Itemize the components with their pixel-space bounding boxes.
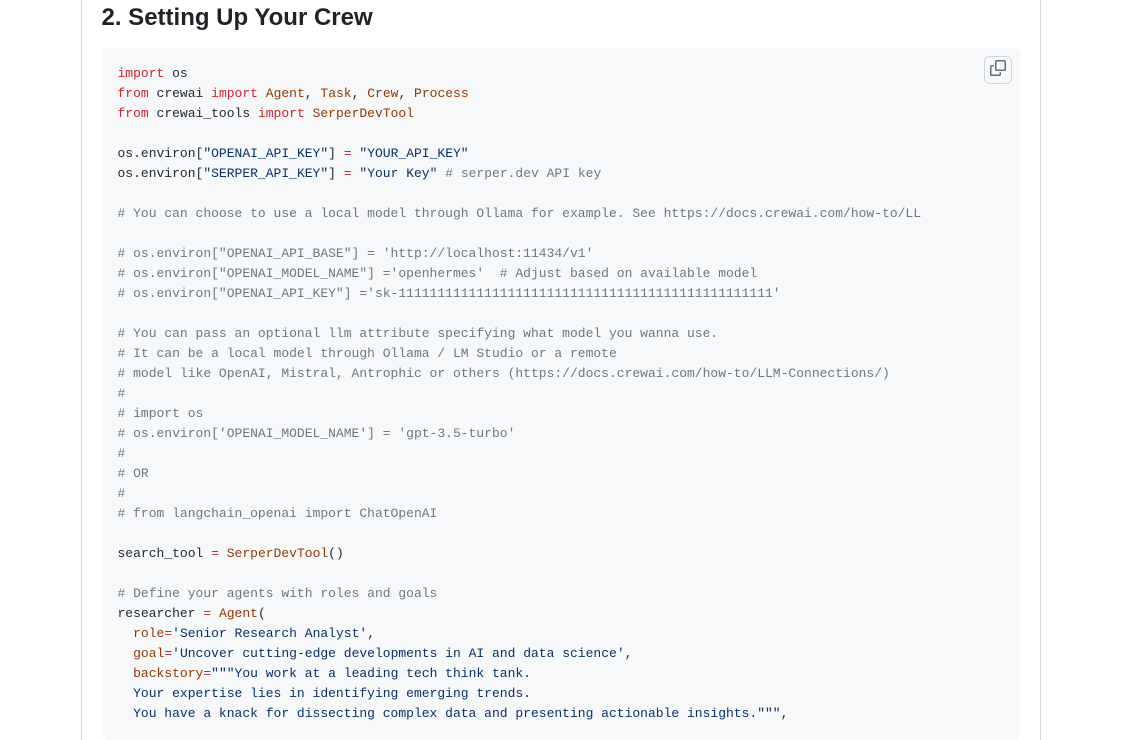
code-block: import os from crewai import Agent, Task… bbox=[102, 48, 1020, 740]
section-heading: 2. Setting Up Your Crew bbox=[102, 0, 1020, 32]
copy-button[interactable] bbox=[984, 56, 1012, 84]
code-content: import os from crewai import Agent, Task… bbox=[118, 64, 1004, 724]
document-container: 2. Setting Up Your Crew import os from c… bbox=[81, 0, 1041, 740]
copy-icon bbox=[990, 60, 1006, 81]
